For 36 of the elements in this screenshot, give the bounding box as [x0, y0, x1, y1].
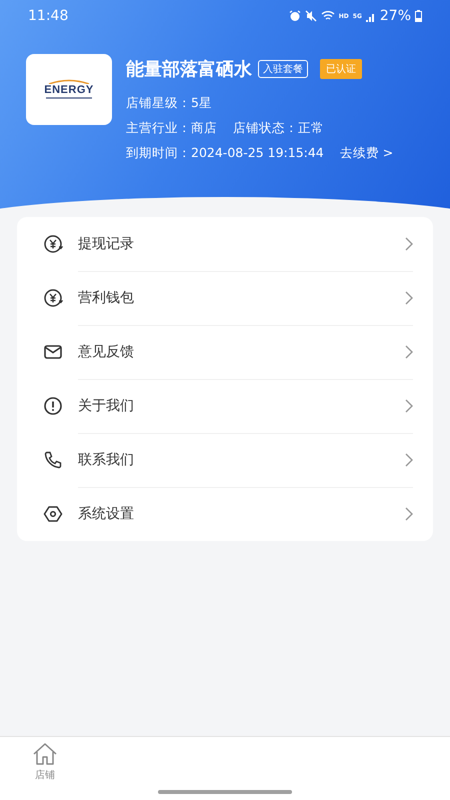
tab-item[interactable]: 店铺 [24, 737, 66, 783]
menu-item[interactable]: 联系我们 [17, 433, 433, 487]
yen-icon [43, 234, 63, 254]
renew-link[interactable]: 去续费 > [340, 145, 394, 162]
chevron-icon [405, 236, 413, 250]
menu-item[interactable]: 系统设置 [17, 487, 433, 541]
clock-time: 11:48 [28, 8, 68, 24]
star-level: 店铺星级：5星 [126, 95, 212, 112]
shop-name: 能量部落富硒水 [126, 58, 252, 81]
battery-icon [415, 10, 422, 22]
package-button[interactable]: 入驻套餐 [258, 60, 308, 78]
wifi-icon [320, 10, 335, 22]
shop-status: 店铺状态：正常 [233, 120, 324, 137]
info-icon [43, 396, 63, 416]
home-icon [32, 742, 58, 766]
menu-item[interactable]: 提现记录 [17, 217, 433, 271]
verified-badge: 已认证 [320, 59, 362, 79]
expiry-time: 到期时间：2024-08-25 19:15:44 [126, 145, 324, 162]
menu-item[interactable]: 营利钱包 [17, 271, 433, 325]
battery-level: 27% [380, 8, 411, 24]
industry-text: 主营行业：商店 [126, 120, 217, 137]
alarm-icon [288, 10, 301, 22]
mute-icon [304, 10, 317, 22]
rule-icon [44, 96, 94, 100]
yen-icon [43, 288, 63, 308]
menu-item[interactable]: 意见反馈 [17, 325, 433, 379]
settings-icon [43, 504, 63, 524]
menu-item[interactable]: 关于我们 [17, 379, 433, 433]
chevron-icon [405, 290, 413, 304]
chevron-icon [405, 344, 413, 358]
shop-logo: ENERGY [26, 54, 112, 125]
chevron-icon [405, 507, 413, 521]
chevron-icon [405, 398, 413, 412]
chevron-icon [405, 452, 413, 466]
mail-icon [43, 342, 63, 362]
phone-icon [43, 450, 63, 470]
